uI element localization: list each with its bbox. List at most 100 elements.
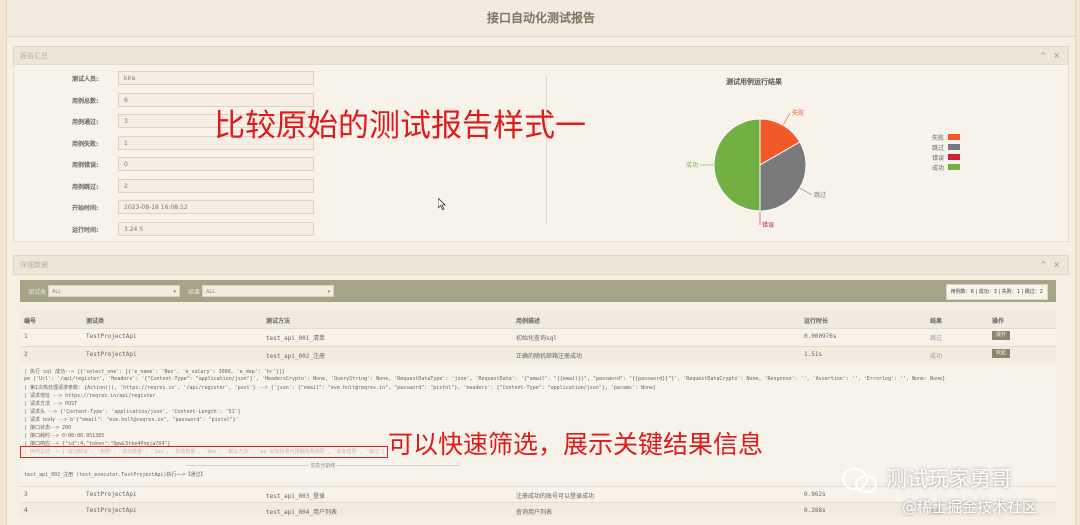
log-line: | 接口耗时--> 0:00:00.951385 <box>24 433 105 439</box>
table-cell-time: 0.288s <box>804 507 826 514</box>
summary-field-label: 用例跳过: <box>72 183 99 191</box>
annotation-overlay-2: 可以快速筛选，展示关键结果信息 <box>388 430 764 459</box>
table-header-cell: 运行时长 <box>804 318 829 325</box>
legend-swatch <box>948 134 960 140</box>
pie-label-line <box>782 112 791 126</box>
table-header-cell: 测试类 <box>86 318 105 325</box>
legend-swatch <box>948 154 960 160</box>
table-cell-method: test_api_004_用户列表 <box>266 509 337 516</box>
table-cell-time: 0.962s <box>804 491 826 498</box>
table-row[interactable]: 1 TestProjectApi test_api_001_清单 初始化查询sql 0.… <box>20 328 1056 343</box>
summary-panel: 测试人员: kira 用例总数: 6 用例通过: 3 用例失败: 1 用例错误: 0 用例跳过: 2 开… <box>13 64 1069 242</box>
panel-controls-icon[interactable]: ^ × <box>1040 47 1062 65</box>
summary-field-value: 2023-08-18 16:08:12 <box>118 200 314 214</box>
log-line: test_api_002_注册 (test_executor.TestProje… <box>24 472 206 478</box>
summary-field-value: 0 <box>118 157 314 171</box>
detail-panel-label: 详细数据 <box>20 261 48 269</box>
table-cell-desc: 注册成功的账号可以登录成功 <box>516 493 595 500</box>
pie-slice-label: 跳过 <box>814 191 826 199</box>
result-filter-label: 结果 <box>188 289 201 296</box>
toggle-detail-button[interactable]: 展开 <box>992 331 1010 340</box>
legend-label: 跳过 <box>932 145 945 152</box>
mouse-cursor-icon <box>437 195 446 214</box>
table-cell-no: 2 <box>24 351 28 358</box>
table-cell-method: test_api_002_注册 <box>266 353 325 360</box>
table-header-cell: 编号 <box>24 318 37 325</box>
table-header-cell: 操作 <box>992 318 1005 325</box>
chart-title: 测试用例运行结果 <box>726 78 782 86</box>
table-cell-cls: TestProjectApi <box>86 333 137 340</box>
table-cell-no: 1 <box>24 333 28 340</box>
legend-label: 错误 <box>932 155 945 162</box>
table-header-cell: 结果 <box>930 318 943 325</box>
table-cell-method: test_api_003_登录 <box>266 493 325 500</box>
page-title: 接口自动化测试报告 <box>7 0 1075 37</box>
summary-field-label: 开始时间: <box>72 205 99 212</box>
summary-panel-header: 报告汇总 ^ × <box>13 46 1069 66</box>
table-cell-cls: TestProjectApi <box>86 351 137 358</box>
table-cell-cls: TestProjectApi <box>86 491 137 498</box>
legend-item[interactable]: 错误 <box>932 153 992 163</box>
table-cell-result: 跳过 <box>930 335 943 342</box>
pie-slice-label: 成功 <box>686 161 698 169</box>
highlight-box <box>20 446 388 458</box>
result-filter-select[interactable]: ALL ▾ <box>202 285 334 297</box>
table-cell-desc: 正确的随机邮箱注册成功 <box>516 353 583 360</box>
table-cell-time: 1.51s <box>804 351 823 358</box>
pie-chart: 失败跳过错误 成功 <box>686 109 826 229</box>
legend-swatch <box>948 144 960 150</box>
panel-controls-icon[interactable]: ^ × <box>1040 256 1062 274</box>
table-cell-no: 4 <box>24 507 28 514</box>
stats-badge: 用例数：6 | 成功：3 | 失败：1 | 跳过：2 <box>945 284 1048 300</box>
legend-label: 成功 <box>932 165 945 172</box>
log-line: | 第1次热处理请求参数: {Action()), 'https://reqre… <box>24 385 657 391</box>
watermark-site: @稀土掘金技术社区 <box>902 498 1038 516</box>
summary-field-label: 测试人员: <box>72 76 99 83</box>
pie-slice-label: 错误 <box>762 221 774 229</box>
watermark: 测试玩家勇哥 @稀土掘金技术社区 <box>828 463 1078 525</box>
log-line: pe ['Url': '/api/register', 'Headers': '… <box>24 376 946 382</box>
table-cell-no: 3 <box>24 491 28 498</box>
log-line: | 请求地址 --> https://reqres.in/api/registe… <box>24 393 156 399</box>
table-cell-desc: 初始化查询sql <box>516 335 557 342</box>
summary-field-label: 用例错误: <box>72 162 99 169</box>
table-row[interactable]: 2 TestProjectApi test_api_002_注册 正确的随机邮箱注册成… <box>20 346 1056 361</box>
table-cell-time: 0.000976s <box>804 333 837 340</box>
pie-label-line <box>799 187 813 196</box>
table-header: 编号 测试类 测试方法 用例描述 运行时长 结果 操作 <box>20 310 1056 328</box>
log-line: | 请求 body --> b'{"email": "eve.holt@reqr… <box>24 417 239 423</box>
summary-field-value: 2 <box>118 178 314 193</box>
annotation-overlay-1: 比较原始的测试报告样式一 <box>214 108 586 144</box>
chevron-down-icon: ▾ <box>173 289 176 295</box>
log-line: | 请求头 --> {'Content-Type': 'application/… <box>24 409 241 415</box>
summary-field-value: kira <box>118 71 314 85</box>
class-filter-select[interactable]: ALL ▾ <box>48 285 180 297</box>
result-filter-value: ALL <box>206 289 215 295</box>
chart-legend: 失败 跳过 错误 成功 <box>932 133 992 173</box>
legend-item[interactable]: 跳过 <box>932 143 992 153</box>
legend-swatch <box>948 164 960 170</box>
detail-panel-header: 详细数据 ^ × <box>13 255 1069 275</box>
class-filter-value: ALL <box>52 289 61 295</box>
table-cell-desc: 查询用户列表 <box>516 509 553 516</box>
summary-field-label: 运行时间: <box>72 226 99 234</box>
log-separator: ----------------------------------------… <box>186 463 460 469</box>
watermark-author: 测试玩家勇哥 <box>886 467 1012 491</box>
log-line: | 接口状态--> 200 <box>24 425 72 431</box>
toggle-detail-button[interactable]: 收起 <box>992 349 1010 358</box>
legend-label: 失败 <box>932 135 945 142</box>
legend-item[interactable]: 失败 <box>932 133 992 143</box>
class-filter-label: 测试类 <box>28 289 47 296</box>
table-header-cell: 用例描述 <box>516 318 541 325</box>
summary-divider <box>546 75 547 225</box>
table-cell-method: test_api_001_清单 <box>266 335 325 342</box>
pie-slice[interactable] <box>713 118 761 212</box>
summary-panel-label: 报告汇总 <box>20 52 48 60</box>
summary-field-label: 用例失败: <box>72 140 99 148</box>
wechat-logo-icon <box>842 468 877 493</box>
log-line: | 请求方法 --> POST <box>24 401 78 407</box>
filter-bar: 测试类 ALL ▾ 结果 ALL ▾ 用例数：6 | 成功：3 | 失败：1 |… <box>20 280 1056 302</box>
legend-item[interactable]: 成功 <box>932 163 992 173</box>
table-header-cell: 测试方法 <box>266 318 291 325</box>
log-line: | 执行 sql 成功--> [{'select_one': [{'e_name… <box>24 369 285 375</box>
